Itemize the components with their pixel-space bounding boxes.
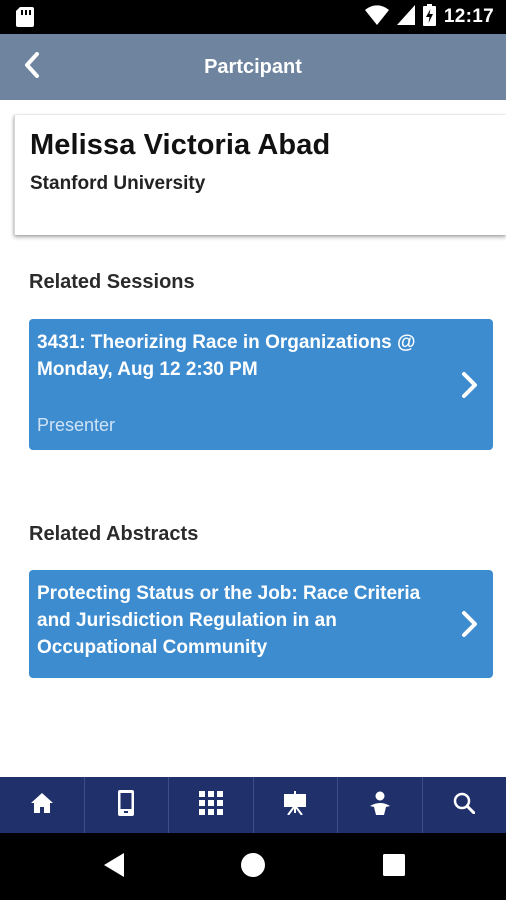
abstract-card[interactable]: Protecting Status or the Job: Race Crite… [29, 570, 493, 678]
tab-search[interactable] [423, 777, 506, 833]
tab-person[interactable] [338, 777, 423, 833]
related-sessions-heading: Related Sessions [29, 271, 195, 293]
back-button[interactable] [14, 48, 50, 86]
battery-charging-icon [422, 3, 436, 31]
chevron-right-icon [457, 609, 481, 639]
tab-home[interactable] [0, 777, 85, 833]
participant-name: Melissa Victoria Abad [30, 129, 331, 161]
recents-square-icon [383, 853, 405, 881]
presentation-board-icon [283, 790, 307, 820]
mobile-device-icon [118, 789, 135, 821]
abstract-title: Protecting Status or the Job: Race Crite… [37, 583, 421, 658]
grid-icon [198, 790, 223, 820]
tab-grid[interactable] [169, 777, 254, 833]
tab-presentation[interactable] [254, 777, 338, 833]
signal-icon [396, 4, 415, 30]
person-icon [368, 791, 392, 820]
session-role: Presenter [37, 415, 116, 435]
system-back-button[interactable] [96, 849, 132, 885]
sd-card-icon [16, 7, 34, 27]
chevron-left-icon [23, 51, 41, 83]
search-icon [453, 792, 476, 819]
page-title: Partcipant [204, 56, 302, 78]
bottom-tab-bar [0, 777, 506, 833]
system-home-button[interactable] [235, 849, 271, 885]
back-triangle-icon [102, 852, 126, 883]
system-recents-button[interactable] [376, 849, 412, 885]
home-circle-icon [240, 852, 266, 883]
home-icon [30, 792, 54, 819]
status-bar: 12:17 [0, 0, 506, 34]
tab-mobile[interactable] [85, 777, 169, 833]
related-abstracts-heading: Related Abstracts [29, 523, 199, 545]
app-header: Partcipant [0, 34, 506, 100]
wifi-icon [364, 4, 389, 30]
session-title: 3431: Theorizing Race in Organizations @… [37, 332, 416, 380]
chevron-right-icon [457, 370, 481, 400]
system-nav-bar [0, 833, 506, 900]
status-time: 12:17 [443, 6, 494, 27]
participant-card: Melissa Victoria Abad Stanford Universit… [14, 115, 506, 235]
participant-organization: Stanford University [30, 173, 206, 194]
session-card[interactable]: 3431: Theorizing Race in Organizations @… [29, 319, 493, 450]
app-screen: 12:17 Partcipant Melissa Victoria Abad S… [0, 0, 506, 900]
